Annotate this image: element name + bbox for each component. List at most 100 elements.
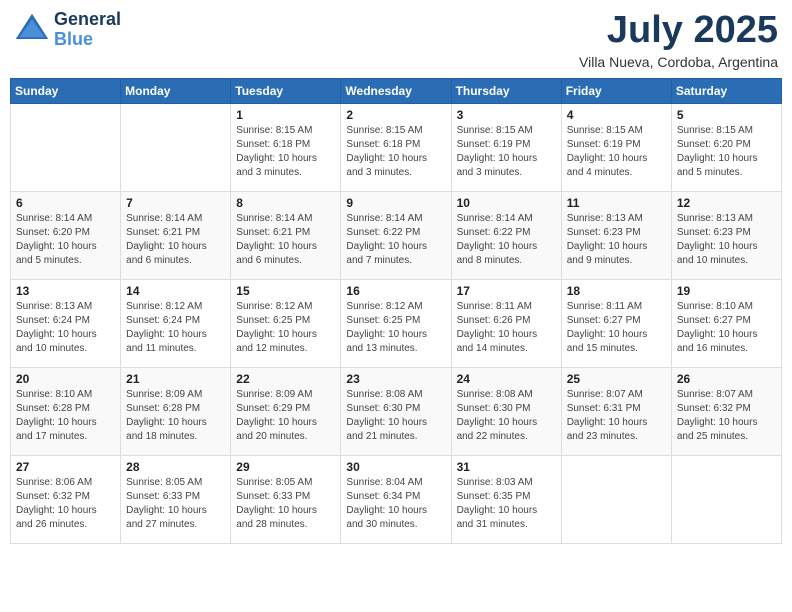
calendar-cell: 1 Sunrise: 8:15 AM Sunset: 6:18 PM Daylig… [231,103,341,191]
calendar-cell: 9 Sunrise: 8:14 AM Sunset: 6:22 PM Daylig… [341,191,451,279]
calendar-cell: 16 Sunrise: 8:12 AM Sunset: 6:25 PM Dayli… [341,279,451,367]
calendar-cell: 20 Sunrise: 8:10 AM Sunset: 6:28 PM Dayli… [11,367,121,455]
day-number: 29 [236,460,335,474]
day-info: Sunrise: 8:09 AM Sunset: 6:28 PM Dayligh… [126,388,225,444]
day-info: Sunrise: 8:14 AM Sunset: 6:21 PM Dayligh… [236,212,335,268]
day-info: Sunrise: 8:13 AM Sunset: 6:24 PM Dayligh… [16,300,115,356]
month-title: July 2025 [579,10,778,52]
calendar-cell: 12Sunrise: 8:13 AM Sunset: 6:23 PM Dayli… [671,191,781,279]
day-info: Sunrise: 8:13 AM Sunset: 6:23 PM Dayligh… [567,212,666,268]
day-number: 27 [16,460,115,474]
day-info: Sunrise: 8:10 AM Sunset: 6:28 PM Dayligh… [16,388,115,444]
title-block: July 2025 Villa Nueva, Cordoba, Argentin… [579,10,778,70]
day-number: 26 [677,372,776,386]
calendar-cell: 10 Sunrise: 8:14 AM Sunset: 6:22 PM Dayli… [451,191,561,279]
day-number: 2 [346,108,445,122]
weekday-header-sunday: Sunday [11,78,121,103]
calendar-cell: 2 Sunrise: 8:15 AM Sunset: 6:18 PM Daylig… [341,103,451,191]
day-info: Sunrise: 8:15 AM Sunset: 6:18 PM Dayligh… [236,124,335,180]
calendar-cell: 26 Sunrise: 8:07 AM Sunset: 6:32 PM Dayli… [671,367,781,455]
day-number: 14 [126,284,225,298]
day-info: Sunrise: 8:05 AM Sunset: 6:33 PM Dayligh… [126,476,225,532]
day-number: 10 [457,196,556,210]
calendar-cell [11,103,121,191]
day-info: Sunrise: 8:05 AM Sunset: 6:33 PM Dayligh… [236,476,335,532]
day-number: 1 [236,108,335,122]
day-info: Sunrise: 8:15 AM Sunset: 6:18 PM Dayligh… [346,124,445,180]
calendar-cell: 18Sunrise: 8:11 AM Sunset: 6:27 PM Dayli… [561,279,671,367]
calendar-week-3: 13 Sunrise: 8:13 AM Sunset: 6:24 PM Dayli… [11,279,782,367]
calendar-week-2: 6 Sunrise: 8:14 AM Sunset: 6:20 PM Daylig… [11,191,782,279]
calendar-cell: 8 Sunrise: 8:14 AM Sunset: 6:21 PM Daylig… [231,191,341,279]
day-info: Sunrise: 8:14 AM Sunset: 6:20 PM Dayligh… [16,212,115,268]
day-number: 11 [567,196,666,210]
day-info: Sunrise: 8:12 AM Sunset: 6:25 PM Dayligh… [346,300,445,356]
day-number: 31 [457,460,556,474]
day-info: Sunrise: 8:08 AM Sunset: 6:30 PM Dayligh… [346,388,445,444]
calendar-cell: 22 Sunrise: 8:09 AM Sunset: 6:29 PM Dayli… [231,367,341,455]
day-info: Sunrise: 8:14 AM Sunset: 6:22 PM Dayligh… [346,212,445,268]
logo: General Blue [14,10,121,50]
day-number: 17 [457,284,556,298]
day-number: 5 [677,108,776,122]
logo-icon [14,12,50,48]
day-info: Sunrise: 8:10 AM Sunset: 6:27 PM Dayligh… [677,300,776,356]
weekday-header-friday: Friday [561,78,671,103]
day-info: Sunrise: 8:12 AM Sunset: 6:24 PM Dayligh… [126,300,225,356]
calendar-week-5: 27Sunrise: 8:06 AM Sunset: 6:32 PM Dayli… [11,455,782,543]
calendar-cell: 15 Sunrise: 8:12 AM Sunset: 6:25 PM Dayli… [231,279,341,367]
day-info: Sunrise: 8:14 AM Sunset: 6:21 PM Dayligh… [126,212,225,268]
calendar-week-1: 1 Sunrise: 8:15 AM Sunset: 6:18 PM Daylig… [11,103,782,191]
day-number: 7 [126,196,225,210]
day-number: 12 [677,196,776,210]
day-info: Sunrise: 8:12 AM Sunset: 6:25 PM Dayligh… [236,300,335,356]
day-info: Sunrise: 8:14 AM Sunset: 6:22 PM Dayligh… [457,212,556,268]
calendar-cell: 11 Sunrise: 8:13 AM Sunset: 6:23 PM Dayli… [561,191,671,279]
calendar-cell: 5Sunrise: 8:15 AM Sunset: 6:20 PM Daylig… [671,103,781,191]
calendar-cell: 19Sunrise: 8:10 AM Sunset: 6:27 PM Dayli… [671,279,781,367]
day-info: Sunrise: 8:07 AM Sunset: 6:32 PM Dayligh… [677,388,776,444]
day-number: 6 [16,196,115,210]
calendar-cell: 4 Sunrise: 8:15 AM Sunset: 6:19 PM Daylig… [561,103,671,191]
day-info: Sunrise: 8:09 AM Sunset: 6:29 PM Dayligh… [236,388,335,444]
day-info: Sunrise: 8:15 AM Sunset: 6:19 PM Dayligh… [567,124,666,180]
day-number: 3 [457,108,556,122]
day-number: 13 [16,284,115,298]
calendar-week-4: 20 Sunrise: 8:10 AM Sunset: 6:28 PM Dayli… [11,367,782,455]
weekday-header-tuesday: Tuesday [231,78,341,103]
calendar-cell: 27Sunrise: 8:06 AM Sunset: 6:32 PM Dayli… [11,455,121,543]
logo-text: General Blue [54,10,121,50]
calendar-cell: 24Sunrise: 8:08 AM Sunset: 6:30 PM Dayli… [451,367,561,455]
calendar-cell: 13 Sunrise: 8:13 AM Sunset: 6:24 PM Dayli… [11,279,121,367]
location-subtitle: Villa Nueva, Cordoba, Argentina [579,54,778,70]
day-info: Sunrise: 8:04 AM Sunset: 6:34 PM Dayligh… [346,476,445,532]
calendar-cell: 30Sunrise: 8:04 AM Sunset: 6:34 PM Dayli… [341,455,451,543]
weekday-header-wednesday: Wednesday [341,78,451,103]
calendar-cell: 21Sunrise: 8:09 AM Sunset: 6:28 PM Dayli… [121,367,231,455]
weekday-header-monday: Monday [121,78,231,103]
calendar-cell: 28Sunrise: 8:05 AM Sunset: 6:33 PM Dayli… [121,455,231,543]
calendar-cell [561,455,671,543]
day-number: 25 [567,372,666,386]
calendar-cell: 23 Sunrise: 8:08 AM Sunset: 6:30 PM Dayli… [341,367,451,455]
day-number: 15 [236,284,335,298]
calendar-cell [671,455,781,543]
day-number: 22 [236,372,335,386]
day-number: 8 [236,196,335,210]
weekday-header-saturday: Saturday [671,78,781,103]
calendar-cell [121,103,231,191]
day-number: 23 [346,372,445,386]
day-number: 9 [346,196,445,210]
day-info: Sunrise: 8:15 AM Sunset: 6:19 PM Dayligh… [457,124,556,180]
day-number: 16 [346,284,445,298]
day-info: Sunrise: 8:03 AM Sunset: 6:35 PM Dayligh… [457,476,556,532]
day-info: Sunrise: 8:11 AM Sunset: 6:27 PM Dayligh… [567,300,666,356]
calendar-cell: 7 Sunrise: 8:14 AM Sunset: 6:21 PM Daylig… [121,191,231,279]
weekday-header-thursday: Thursday [451,78,561,103]
day-info: Sunrise: 8:07 AM Sunset: 6:31 PM Dayligh… [567,388,666,444]
day-number: 24 [457,372,556,386]
day-number: 4 [567,108,666,122]
calendar-cell: 6 Sunrise: 8:14 AM Sunset: 6:20 PM Daylig… [11,191,121,279]
day-number: 20 [16,372,115,386]
day-info: Sunrise: 8:11 AM Sunset: 6:26 PM Dayligh… [457,300,556,356]
